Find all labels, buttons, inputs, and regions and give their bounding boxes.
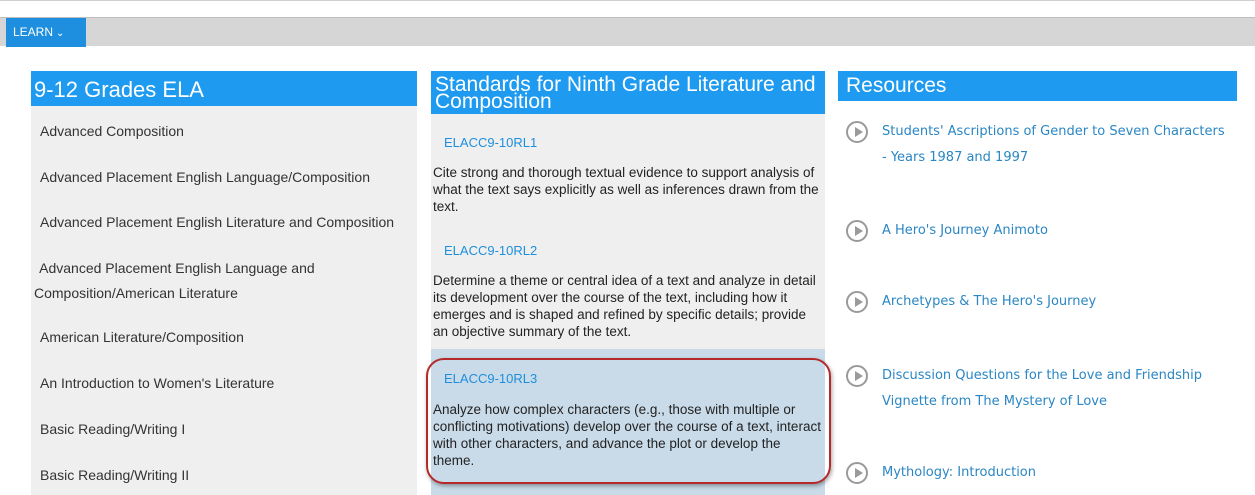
courses-panel-title: 9-12 Grades ELA bbox=[31, 71, 417, 106]
standards-panel-title: Standards for Ninth Grade Literature and… bbox=[431, 71, 825, 114]
standard-description: Determine a theme or central idea of a t… bbox=[433, 273, 816, 339]
learn-menu-label: LEARN bbox=[13, 25, 54, 39]
course-item[interactable]: Basic Reading/Writing I bbox=[40, 418, 185, 440]
chevron-down-icon: ⌄ bbox=[56, 28, 65, 39]
resource-link[interactable]: Archetypes & The Hero's Journey bbox=[882, 289, 1227, 315]
course-item[interactable]: Advanced Placement English Literature an… bbox=[40, 211, 394, 233]
courses-panel: 9-12 Grades ELA Advanced Composition Adv… bbox=[31, 71, 417, 495]
course-item[interactable]: Composition/American Literature bbox=[34, 282, 238, 304]
course-item[interactable]: An Introduction to Women's Literature bbox=[40, 372, 274, 394]
standard-code-link[interactable]: ELACC9-10RL2 bbox=[444, 243, 537, 258]
course-item[interactable]: Advanced Placement English Language and bbox=[36, 257, 315, 279]
standard-description: Cite strong and thorough textual evidenc… bbox=[433, 165, 819, 214]
top-navbar: LEARN ⌄ bbox=[0, 17, 1255, 47]
resources-panel-title: Resources bbox=[838, 71, 1237, 101]
standards-panel: Standards for Ninth Grade Literature and… bbox=[426, 71, 831, 495]
course-item[interactable]: Basic Reading/Writing II bbox=[40, 464, 189, 486]
standard-description: Analyze how complex characters (e.g., th… bbox=[433, 402, 821, 468]
resources-panel: Resources Students' Ascriptions of Gende… bbox=[838, 71, 1237, 495]
learn-menu-button[interactable]: LEARN ⌄ bbox=[6, 18, 86, 47]
standard-code-link[interactable]: ELACC9-10RL3 bbox=[444, 371, 537, 386]
course-item[interactable]: American Literature/Composition bbox=[40, 326, 244, 348]
play-icon[interactable] bbox=[846, 220, 868, 242]
course-item[interactable]: Advanced Placement English Language/Comp… bbox=[40, 166, 370, 188]
resource-link[interactable]: A Hero's Journey Animoto bbox=[882, 218, 1227, 244]
course-item[interactable]: Advanced Composition bbox=[40, 120, 184, 142]
play-icon[interactable] bbox=[846, 291, 868, 313]
play-icon[interactable] bbox=[846, 462, 868, 484]
resource-link[interactable]: Mythology: Introduction bbox=[882, 460, 1227, 486]
resource-link[interactable]: Discussion Questions for the Love and Fr… bbox=[882, 363, 1227, 415]
standard-code-link[interactable]: ELACC9-10RL1 bbox=[444, 135, 537, 150]
top-border bbox=[0, 0, 1255, 6]
resource-link[interactable]: Students' Ascriptions of Gender to Seven… bbox=[882, 119, 1227, 171]
play-icon[interactable] bbox=[846, 365, 868, 387]
play-icon[interactable] bbox=[846, 121, 868, 143]
